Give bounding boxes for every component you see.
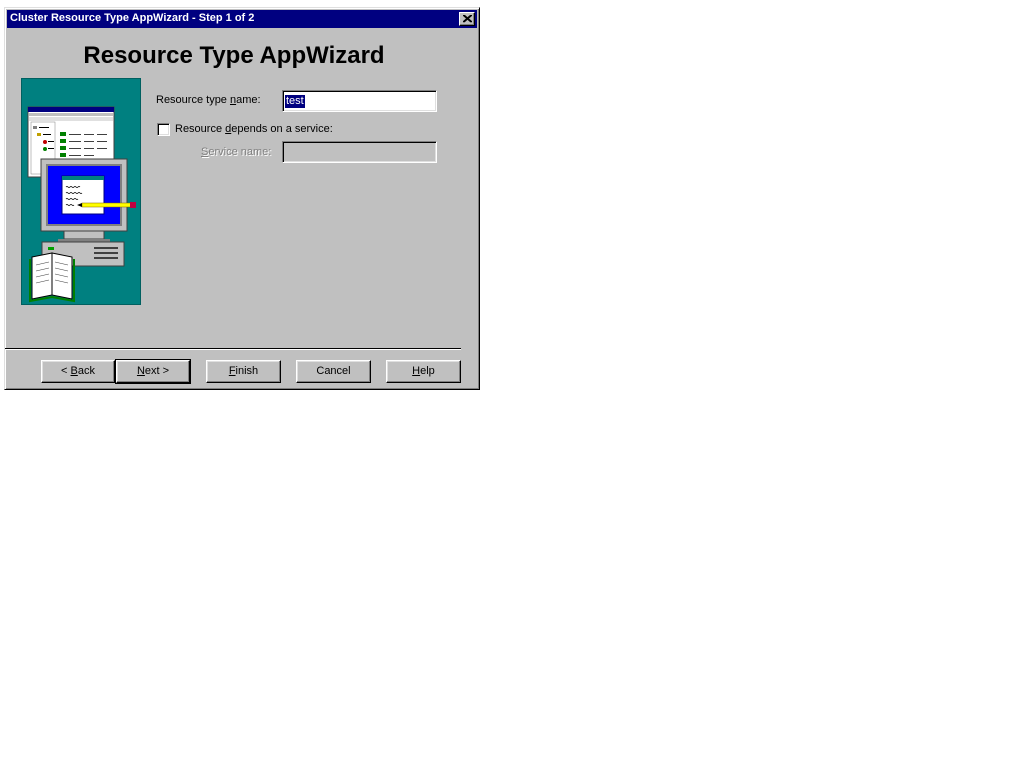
help-button[interactable]: Help <box>386 360 461 383</box>
computer-illustration <box>21 78 141 305</box>
title-bar[interactable]: Cluster Resource Type AppWizard - Step 1… <box>7 10 477 28</box>
resource-type-name-value: test <box>285 95 305 108</box>
close-button[interactable] <box>459 12 475 26</box>
service-name-label: Service name: <box>201 146 272 158</box>
service-name-input[interactable] <box>282 141 437 163</box>
finish-button[interactable]: Finish <box>206 360 281 383</box>
cancel-button[interactable]: Cancel <box>296 360 371 383</box>
depends-on-service-checkbox[interactable] <box>157 123 170 136</box>
button-separator <box>5 348 461 350</box>
next-button[interactable]: Next > <box>115 359 191 384</box>
wizard-heading: Resource Type AppWizard <box>83 42 385 69</box>
resource-type-name-label: Resource type name: <box>156 94 261 106</box>
wizard-dialog: Cluster Resource Type AppWizard - Step 1… <box>4 7 480 390</box>
resource-type-name-input[interactable]: test <box>282 90 437 112</box>
close-icon <box>463 15 472 23</box>
window-title: Cluster Resource Type AppWizard - Step 1… <box>10 12 255 24</box>
depends-on-service-label[interactable]: Resource depends on a service: <box>175 123 333 135</box>
back-button[interactable]: < Back <box>41 360 115 383</box>
